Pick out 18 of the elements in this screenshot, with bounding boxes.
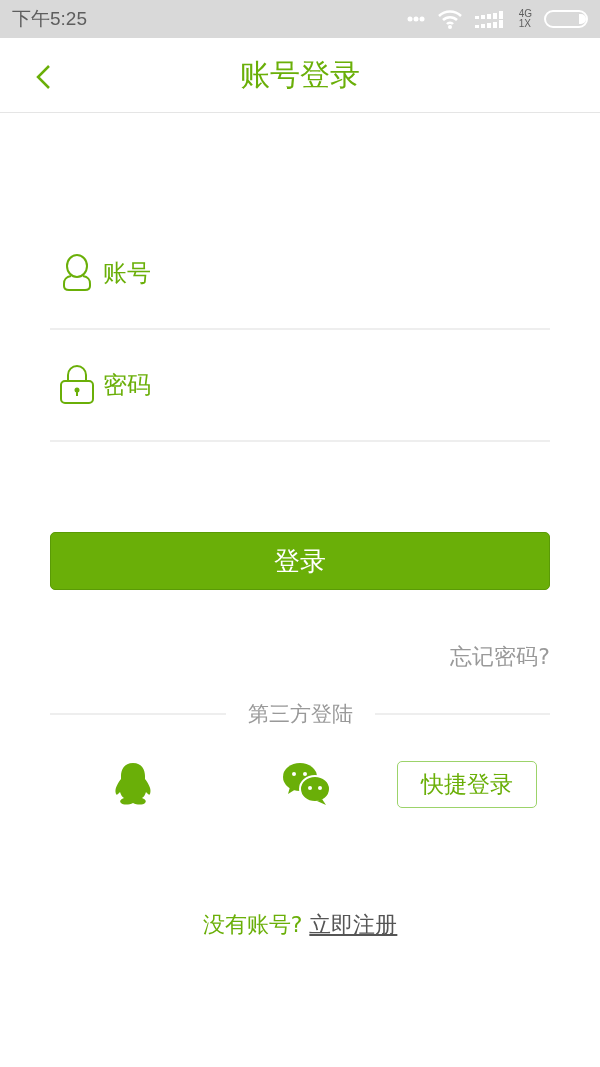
quick-login-button[interactable]: 快捷登录 xyxy=(397,760,537,808)
battery-icon xyxy=(544,10,590,28)
third-party-label: 第三方登陆 xyxy=(247,701,353,728)
password-field[interactable]: 密码 xyxy=(103,365,550,405)
register-link[interactable]: 立即注册 xyxy=(309,912,398,937)
chat-bubbles-icon[interactable] xyxy=(281,762,332,806)
user-icon xyxy=(61,254,92,292)
lock-icon xyxy=(58,365,95,405)
login-button[interactable]: 登录 xyxy=(50,532,550,590)
register-prompt: 没有账号? xyxy=(202,912,303,937)
network-type: 4G 1X xyxy=(518,9,532,29)
page-title: 账号登录 xyxy=(240,55,360,94)
account-field[interactable]: 账号 xyxy=(103,253,550,293)
status-time: 下午5:25 xyxy=(12,7,87,31)
more-icon xyxy=(406,16,425,22)
forgot-password-link[interactable]: 忘记密码? xyxy=(450,642,550,672)
back-icon[interactable] xyxy=(35,64,51,90)
wifi-icon xyxy=(436,9,463,29)
